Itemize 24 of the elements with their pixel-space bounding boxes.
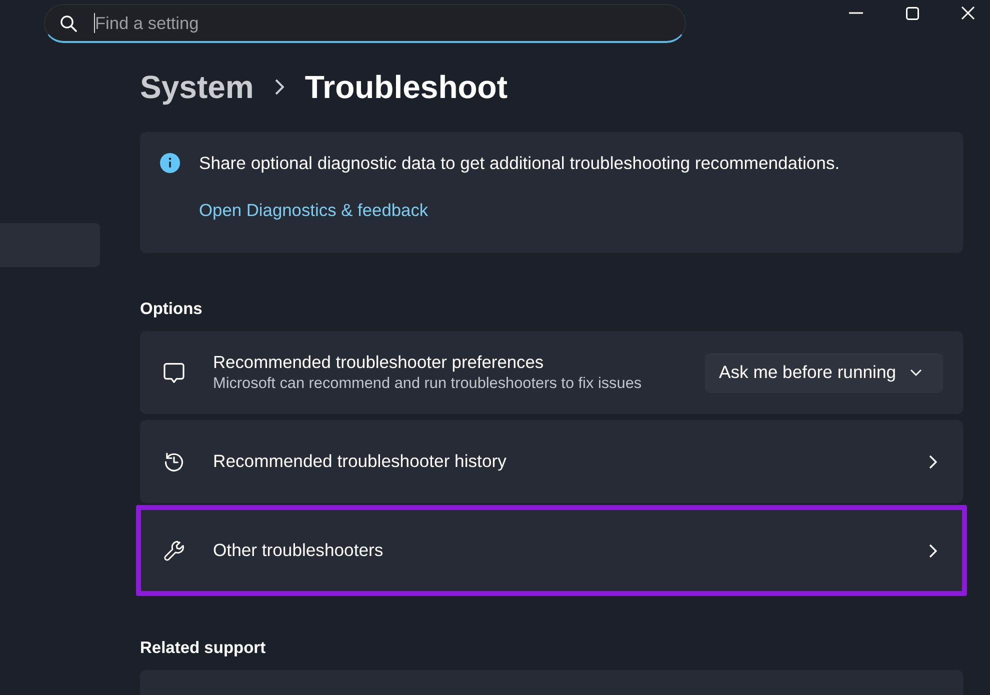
close-icon bbox=[961, 6, 975, 20]
search-field[interactable]: Find a setting bbox=[44, 4, 686, 43]
breadcrumb-link[interactable]: System bbox=[140, 64, 254, 110]
maximize-icon bbox=[906, 6, 918, 20]
text-cursor-icon bbox=[94, 13, 95, 33]
minimize-icon bbox=[849, 12, 863, 14]
info-icon bbox=[160, 153, 180, 173]
settings-row[interactable]: Recommended troubleshooter history bbox=[140, 420, 963, 503]
dropdown-button[interactable]: Ask me before running bbox=[705, 352, 943, 392]
chat-bubble-icon bbox=[163, 362, 185, 384]
chevron-right-icon bbox=[929, 544, 937, 558]
chevron-down-icon bbox=[910, 369, 922, 376]
wrench-icon bbox=[163, 538, 185, 562]
setting-description: Microsoft can recommend and run troubleshooters to fix issues bbox=[213, 374, 642, 393]
chevron-right-icon bbox=[929, 454, 937, 468]
section-heading: Options bbox=[140, 299, 204, 320]
page-title: Troubleshoot bbox=[304, 68, 508, 107]
setting-title: Recommended troubleshooter preferences bbox=[213, 352, 545, 373]
section-heading: Related support bbox=[140, 638, 267, 659]
diagnostics-link[interactable]: Open Diagnostics & feedback bbox=[199, 199, 428, 221]
search-icon bbox=[60, 15, 77, 32]
chevron-right-icon bbox=[274, 79, 284, 95]
banner-text: Share optional diagnostic data to get additional troubleshooting recommendations. bbox=[199, 152, 840, 174]
settings-row[interactable]: Other troubleshooters bbox=[136, 505, 967, 596]
